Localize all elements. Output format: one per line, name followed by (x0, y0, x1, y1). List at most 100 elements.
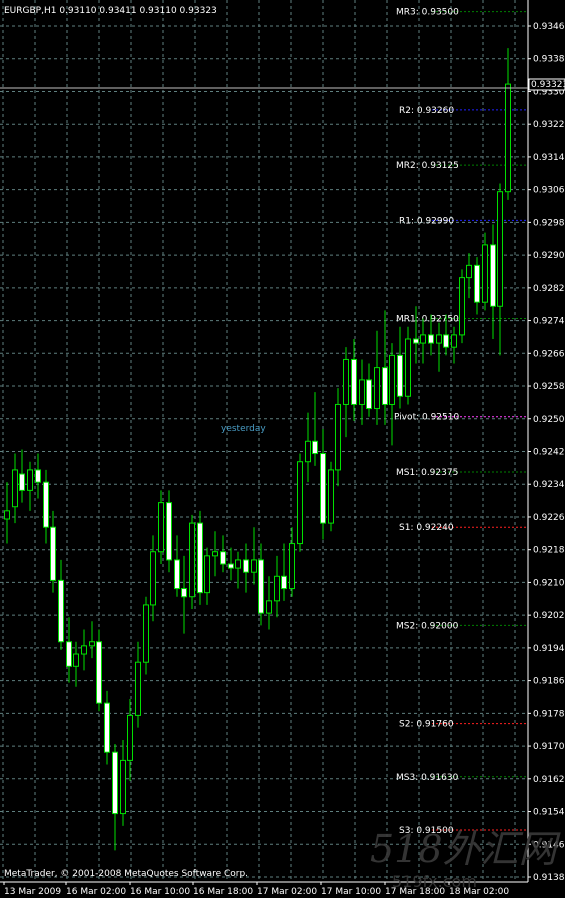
candle-bear (43, 481, 49, 528)
candle-bear (258, 559, 264, 614)
candle-bull (89, 641, 95, 647)
level-label: MS2: 0.92000 (396, 621, 459, 631)
candle-bull (289, 543, 295, 590)
candle-bear (197, 522, 203, 594)
watermark-url: 519fx.com (392, 872, 477, 891)
candle-bear (220, 551, 226, 565)
candle-bear (382, 367, 388, 405)
time-tick-label: 16 Mar 18:00 (193, 887, 253, 897)
price-tick-label: 0.93385 (533, 55, 565, 65)
price-tick-label: 0.92425 (533, 448, 565, 458)
candle-bear (490, 244, 496, 307)
candle-bear (181, 588, 187, 598)
candle-bull (305, 440, 311, 463)
price-tick-label: 0.91945 (533, 644, 565, 654)
price-tick-label: 0.91705 (533, 742, 565, 752)
price-tick-label: 0.91785 (533, 709, 565, 719)
candle-bull (297, 461, 303, 545)
level-label: S1: 0.92240 (399, 523, 454, 533)
candle-bull (4, 510, 10, 520)
candle-bear (443, 334, 449, 348)
candle-bull (451, 334, 457, 348)
candle-bull (73, 653, 79, 667)
candle-bear (66, 641, 72, 667)
candle-bull (158, 502, 164, 553)
candle-bull (482, 244, 488, 303)
candle-bear (58, 579, 64, 643)
level-label: R1: 0.92990 (399, 216, 454, 226)
candle-bull (266, 600, 272, 614)
price-tick-label: 0.92745 (533, 317, 565, 327)
candle-bull (505, 83, 511, 193)
candle-bear (366, 379, 372, 410)
candle-bull (497, 191, 503, 307)
candle-bear (474, 264, 480, 303)
candle-bear (320, 453, 326, 524)
price-tick-label: 0.93225 (533, 120, 565, 130)
candle-bear (35, 469, 41, 483)
candle-bull (235, 559, 241, 569)
level-label: MR1: 0.92750 (396, 315, 459, 325)
price-tick-label: 0.92105 (533, 578, 565, 588)
candle-bear (413, 338, 419, 344)
price-tick-label: 0.92665 (533, 349, 565, 359)
candle-bull (343, 358, 349, 405)
level-label: MR3: 0.93500 (396, 8, 459, 18)
candle-bear (19, 473, 25, 491)
price-tick-label: 0.91865 (533, 677, 565, 687)
time-tick-label: 17 Mar 10:00 (321, 887, 381, 897)
price-tick-label: 0.92345 (533, 480, 565, 490)
level-label: MS1: 0.92375 (396, 468, 458, 478)
candle-bear (243, 559, 249, 573)
candle-bear (428, 334, 434, 344)
candle-bull (405, 338, 411, 397)
candle-bear (50, 526, 56, 581)
price-tick-label: 0.92905 (533, 251, 565, 261)
price-tick-label: 0.92185 (533, 546, 565, 556)
yesterday-label: yesterday (221, 424, 266, 434)
candle-bull (374, 367, 380, 410)
candle-bull (12, 469, 18, 508)
level-label: Pivot: 0.92510 (394, 413, 459, 423)
chart-canvas[interactable]: MR3: 0.93500 R2: 0.93260 MR2: 0.93125 R1: 0… (0, 0, 565, 898)
candle-bull (189, 522, 195, 598)
candle-bull (135, 661, 141, 716)
candle-bear (166, 502, 172, 561)
current-price-label: 0.93323 (531, 80, 565, 90)
candle-bull (274, 575, 280, 602)
price-tick-label: 0.92505 (533, 415, 565, 425)
price-tick-label: 0.93465 (533, 22, 565, 32)
price-tick-label: 0.92265 (533, 513, 565, 523)
price-tick-label: 0.92825 (533, 284, 565, 294)
candle-bull (389, 354, 395, 405)
candle-bull (150, 551, 156, 606)
price-tick-label: 0.91625 (533, 775, 565, 785)
level-label: S2: 0.91760 (399, 720, 454, 730)
price-tick-label: 0.91385 (533, 873, 565, 883)
candle-bear (104, 702, 110, 753)
candle-bull (81, 645, 87, 655)
candle-bear (351, 358, 357, 405)
candle-bear (96, 641, 102, 704)
candle-bull (335, 403, 341, 471)
price-tick-label: 0.93145 (533, 153, 565, 163)
price-tick-label: 0.92985 (533, 218, 565, 228)
level-label: MS3: 0.91630 (396, 773, 459, 783)
candle-bull (359, 379, 365, 405)
price-tick-label: 0.93065 (533, 186, 565, 196)
candle-bear (174, 559, 180, 590)
candle-bear (281, 575, 287, 590)
candle-bear (228, 563, 234, 569)
price-tick-label: 0.92585 (533, 382, 565, 392)
candle-bull (436, 334, 442, 344)
time-tick-label: 16 Mar 10:00 (130, 887, 190, 897)
candle-bull (328, 469, 334, 524)
candle-bull (27, 469, 33, 491)
candle-bull (251, 559, 257, 573)
candle-bear (112, 751, 118, 815)
candle-bull (204, 555, 210, 594)
candle-bull (459, 277, 465, 336)
candle-bull (127, 714, 133, 761)
price-tick-label: 0.92025 (533, 611, 565, 621)
candle-bear (312, 440, 318, 455)
